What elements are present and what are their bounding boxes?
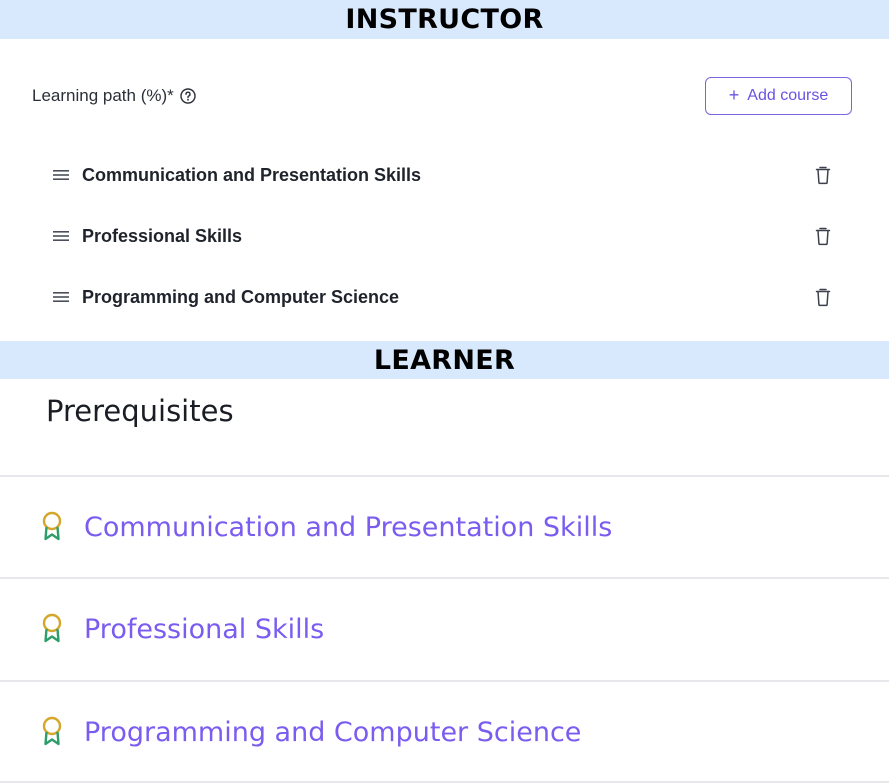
- award-ribbon-icon: [42, 716, 62, 746]
- learning-path-label: Learning path (%)*: [32, 86, 196, 106]
- drag-handle-icon[interactable]: [52, 229, 70, 243]
- drag-handle-icon[interactable]: [52, 290, 70, 304]
- prerequisite-link[interactable]: Professional Skills: [84, 614, 324, 645]
- drag-handle-icon[interactable]: [52, 168, 70, 182]
- prerequisite-link[interactable]: Communication and Presentation Skills: [84, 512, 612, 543]
- course-row: Professional Skills: [52, 216, 842, 256]
- course-row: Programming and Computer Science: [52, 277, 842, 317]
- learner-banner: LEARNER: [0, 341, 889, 379]
- award-ribbon-icon: [42, 613, 62, 643]
- prerequisites-title: Prerequisites: [46, 394, 234, 428]
- add-course-label: Add course: [747, 87, 829, 104]
- divider: [0, 781, 889, 783]
- prerequisite-item[interactable]: Communication and Presentation Skills: [0, 477, 889, 577]
- prerequisite-item[interactable]: Programming and Computer Science: [0, 682, 889, 782]
- trash-icon[interactable]: [814, 226, 832, 246]
- course-name: Programming and Computer Science: [82, 286, 400, 307]
- course-name: Communication and Presentation Skills: [82, 164, 422, 185]
- course-name: Professional Skills: [82, 225, 243, 246]
- award-ribbon-icon: [42, 511, 62, 541]
- learning-path-label-text: Learning path (%)*: [32, 86, 174, 105]
- prerequisite-item[interactable]: Professional Skills: [0, 579, 889, 679]
- course-row: Communication and Presentation Skills: [52, 155, 842, 195]
- add-course-button[interactable]: + Add course: [705, 77, 852, 115]
- trash-icon[interactable]: [814, 165, 832, 185]
- question-circle-icon[interactable]: [180, 88, 196, 104]
- instructor-banner: INSTRUCTOR: [0, 0, 889, 39]
- prerequisite-link[interactable]: Programming and Computer Science: [84, 717, 581, 748]
- trash-icon[interactable]: [814, 287, 832, 307]
- plus-icon: +: [728, 85, 740, 105]
